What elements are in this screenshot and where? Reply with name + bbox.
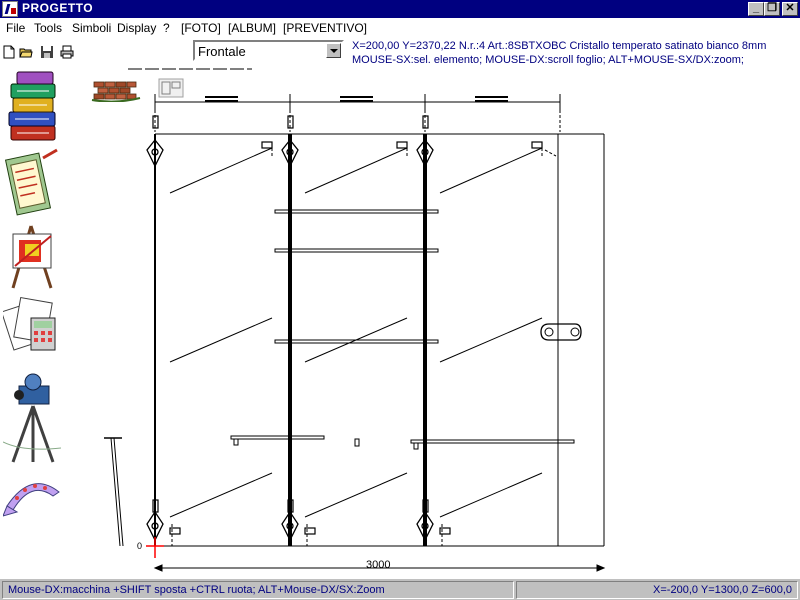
menu-tools[interactable]: Tools bbox=[34, 21, 62, 35]
menu-file[interactable]: File bbox=[6, 21, 25, 35]
coordinate-info: X=200,00 Y=2370,22 N.r.:4 Art.:8SBTXOBC … bbox=[352, 40, 767, 52]
app-logo-icon[interactable] bbox=[2, 1, 18, 17]
menu-bar: File Tools Simboli Display ? [FOTO] [ALB… bbox=[0, 18, 800, 38]
clipboard-list-icon[interactable] bbox=[3, 148, 61, 220]
chevron-down-icon[interactable] bbox=[326, 43, 341, 58]
status-hint: Mouse-DX:macchina +SHIFT sposta +CTRL ru… bbox=[2, 581, 514, 599]
easel-chart-icon[interactable] bbox=[3, 222, 61, 290]
window-title: PROGETTO bbox=[22, 1, 94, 15]
menu-preventivo[interactable]: [PREVENTIVO] bbox=[283, 21, 367, 35]
origin-axis-marker bbox=[146, 537, 164, 558]
calculator-papers-icon[interactable] bbox=[3, 292, 61, 358]
camera-tripod-icon[interactable] bbox=[3, 362, 61, 466]
menu-album[interactable]: [ALBUM] bbox=[228, 21, 276, 35]
view-select-value: Frontale bbox=[198, 44, 246, 59]
drawing-canvas[interactable]: 0 3000 bbox=[95, 64, 800, 576]
close-button[interactable]: ✕ bbox=[782, 2, 798, 16]
preview-arrow-icon[interactable] bbox=[3, 470, 61, 520]
restore-button[interactable]: ❐ bbox=[764, 2, 780, 16]
menu-help[interactable]: ? bbox=[163, 21, 170, 35]
minimize-button[interactable]: _ bbox=[748, 2, 764, 16]
books-icon[interactable] bbox=[3, 70, 61, 146]
view-select[interactable]: Frontale bbox=[193, 40, 344, 61]
title-bar: PROGETTO _ ❐ ✕ bbox=[0, 0, 800, 18]
save-disk-icon[interactable] bbox=[40, 45, 54, 59]
menu-foto[interactable]: [FOTO] bbox=[181, 21, 221, 35]
menu-simboli[interactable]: Simboli bbox=[72, 21, 111, 35]
print-icon[interactable] bbox=[60, 45, 74, 59]
open-folder-icon[interactable] bbox=[19, 45, 33, 59]
width-dimension-label: 3000 bbox=[366, 559, 390, 571]
status-coordinates: X=-200,0 Y=1300,0 Z=600,0 bbox=[516, 581, 798, 599]
new-file-icon[interactable] bbox=[2, 45, 16, 59]
menu-display[interactable]: Display bbox=[117, 21, 156, 35]
origin-label: 0 bbox=[137, 541, 142, 551]
status-bar: Mouse-DX:macchina +SHIFT sposta +CTRL ru… bbox=[0, 578, 800, 600]
